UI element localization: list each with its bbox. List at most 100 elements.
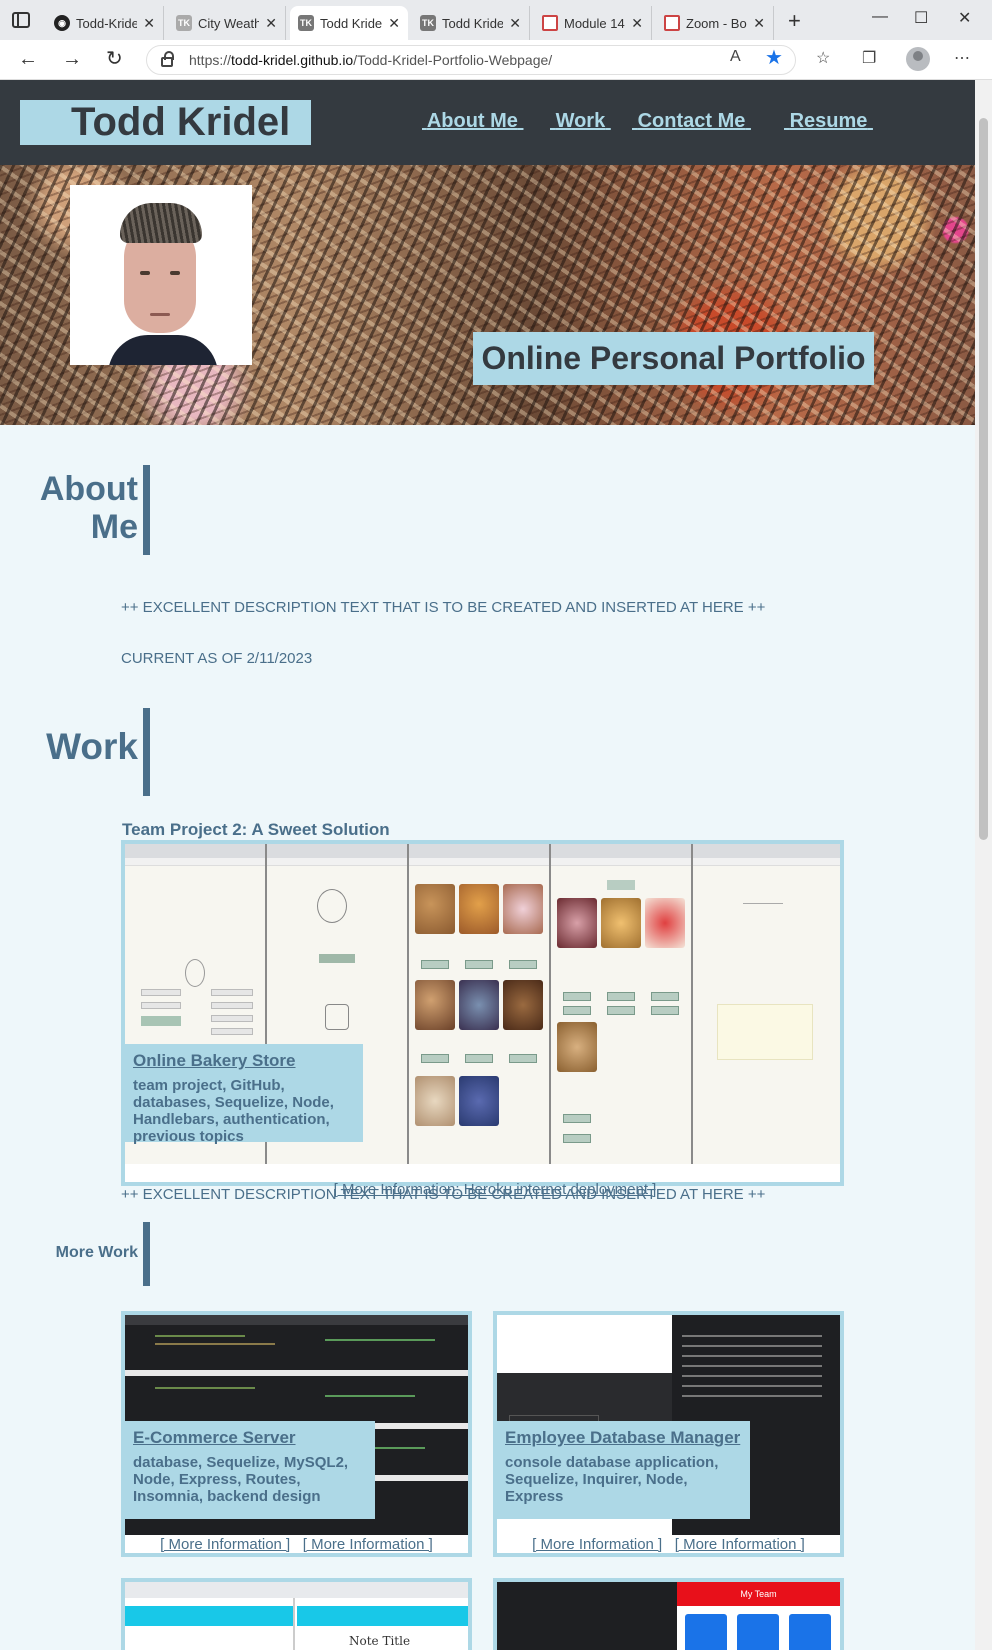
site-header: Todd Kridel About Me Work Contact Me Res… <box>0 80 975 165</box>
browser-toolbar: ← → ↻ https://todd-kridel.github.io/Todd… <box>0 40 992 80</box>
close-icon[interactable]: ✕ <box>753 15 765 32</box>
code-line <box>155 1343 275 1345</box>
screenshot-tabbar <box>551 844 691 858</box>
code-line <box>325 1395 415 1397</box>
new-tab-icon[interactable]: + <box>788 10 801 32</box>
mini-button <box>563 1006 591 1015</box>
more-work-heading: More Work <box>55 1244 138 1261</box>
signup-field <box>211 1002 253 1009</box>
collections-icon[interactable]: ❐ <box>862 48 876 68</box>
project-card-note-taker[interactable]: Note Title <box>121 1578 472 1650</box>
project-card-team-profile[interactable]: My Team <box>493 1578 844 1650</box>
minimize-icon[interactable]: — <box>872 8 888 26</box>
code-line <box>682 1375 822 1377</box>
note-app-header <box>297 1606 468 1626</box>
lock-icon[interactable] <box>161 51 174 67</box>
refresh-icon[interactable]: ↻ <box>106 49 123 69</box>
browser-tab-5[interactable]: Module 14 ✕ <box>534 6 652 40</box>
tk-icon: TK <box>420 15 436 31</box>
project-card-ecommerce[interactable]: E-Commerce Server database, Sequelize, M… <box>121 1311 472 1557</box>
screenshot-panel-products <box>409 844 551 1164</box>
ecommerce-card-overlay: E-Commerce Server database, Sequelize, M… <box>125 1421 375 1519</box>
screenshot-panel-orders <box>693 844 840 1164</box>
gluten-free-image <box>415 1076 455 1126</box>
code-line <box>325 1339 435 1341</box>
page-scrollbar[interactable] <box>975 80 992 1650</box>
tab-actions-icon[interactable] <box>12 12 30 28</box>
forward-icon[interactable]: → <box>62 49 82 69</box>
screenshot-tabbar <box>267 844 407 858</box>
screenshot-tabbar <box>125 844 265 858</box>
nav-work-label: Work <box>555 110 606 132</box>
cake-image <box>503 884 543 934</box>
signup-field <box>211 989 253 996</box>
work-description: ++ EXCELLENT DESCRIPTION TEXT THAT IS TO… <box>121 1186 766 1203</box>
order-summary-box <box>717 1004 813 1060</box>
nav-work[interactable]: Work <box>550 110 611 133</box>
work-heading-bar <box>143 708 150 796</box>
featured-card-tags: team project, GitHub, databases, Sequeli… <box>133 1077 334 1145</box>
mousse-image <box>645 898 685 948</box>
pastry-image <box>601 898 641 948</box>
about-current-date: CURRENT AS OF 2/11/2023 <box>121 650 313 667</box>
maximize-icon[interactable]: ☐ <box>914 8 928 28</box>
read-aloud-icon[interactable]: A <box>730 48 741 66</box>
close-icon[interactable]: ✕ <box>143 15 155 32</box>
work-heading: Work <box>46 726 138 767</box>
ecommerce-more-info-link-1[interactable]: [ More Information ] <box>160 1536 290 1553</box>
address-bar[interactable]: https://todd-kridel.github.io/Todd-Kride… <box>146 45 796 75</box>
project-card-employee-db[interactable]: Employee Database Manager console databa… <box>493 1311 844 1557</box>
screenshot-urlbar <box>551 858 691 866</box>
signup-field <box>211 1028 253 1035</box>
profile-icon[interactable] <box>906 47 930 71</box>
code-line <box>155 1387 255 1389</box>
portfolio-page: Todd Kridel About Me Work Contact Me Res… <box>0 80 975 1650</box>
mixer-icon <box>325 1004 349 1030</box>
employee-db-more-info-link-1[interactable]: [ More Information ] <box>532 1536 662 1553</box>
close-icon[interactable]: ✕ <box>509 15 521 32</box>
bcs-icon <box>664 15 680 31</box>
browser-tab-4[interactable]: TK Todd Kride ✕ <box>412 6 530 40</box>
ecommerce-more-info-link-2[interactable]: [ More Information ] <box>303 1536 433 1553</box>
pie-image <box>459 884 499 934</box>
back-icon[interactable]: ← <box>18 49 38 69</box>
hero-banner: Online Personal Portfolio <box>0 165 975 425</box>
more-options-icon[interactable]: ⋯ <box>954 48 970 68</box>
favorite-star-icon[interactable]: ★ <box>765 45 783 70</box>
nav-contact-me[interactable]: Contact Me <box>632 110 751 133</box>
url-prefix: https:// <box>189 52 232 68</box>
featured-card-title-link[interactable]: Online Bakery Store <box>133 1051 355 1071</box>
featured-project-card[interactable]: Online Bakery Store team project, GitHub… <box>121 840 844 1198</box>
employee-db-title-link[interactable]: Employee Database Manager <box>505 1428 742 1448</box>
about-description: ++ EXCELLENT DESCRIPTION TEXT THAT IS TO… <box>121 599 766 616</box>
employee-db-more-info-link-2[interactable]: [ More Information ] <box>675 1536 805 1553</box>
close-icon[interactable]: ✕ <box>265 15 277 32</box>
close-icon[interactable]: ✕ <box>388 15 400 32</box>
scrollbar-thumb[interactable] <box>979 118 988 840</box>
vegan-image <box>459 1076 499 1126</box>
screenshot-urlbar <box>125 858 265 866</box>
browser-tab-1[interactable]: ◉ Todd-Kridel ✕ <box>46 6 164 40</box>
team-header: My Team <box>677 1582 840 1606</box>
about-heading-bar <box>143 465 150 555</box>
ecommerce-card-links: [ More Information ] [ More Information … <box>125 1536 468 1553</box>
team-member-card <box>737 1614 779 1650</box>
nav-about-me[interactable]: About Me <box>422 110 523 133</box>
nav-about-me-label: About Me <box>426 110 518 132</box>
nav-resume[interactable]: Resume <box>784 110 873 133</box>
favorites-icon[interactable]: ☆ <box>816 48 830 68</box>
whisk-logo <box>185 959 205 987</box>
home-button <box>319 954 355 963</box>
about-heading-line1: About <box>39 470 138 508</box>
employee-db-tags: console database application, Sequelize,… <box>505 1454 719 1505</box>
browser-tab-2[interactable]: TK City Weath ✕ <box>168 6 286 40</box>
mini-button <box>607 992 635 1001</box>
browser-tab-3-active[interactable]: TK Todd Kride ✕ <box>290 6 408 40</box>
ecommerce-title-link[interactable]: E-Commerce Server <box>133 1428 367 1448</box>
tk-icon: TK <box>176 15 192 31</box>
browser-tab-6[interactable]: Zoom - Bo ✕ <box>656 6 774 40</box>
window-close-icon[interactable]: ✕ <box>958 8 971 28</box>
add-to-cart-mini <box>465 960 493 969</box>
close-icon[interactable]: ✕ <box>631 15 643 32</box>
site-name: Todd Kridel <box>20 100 311 145</box>
